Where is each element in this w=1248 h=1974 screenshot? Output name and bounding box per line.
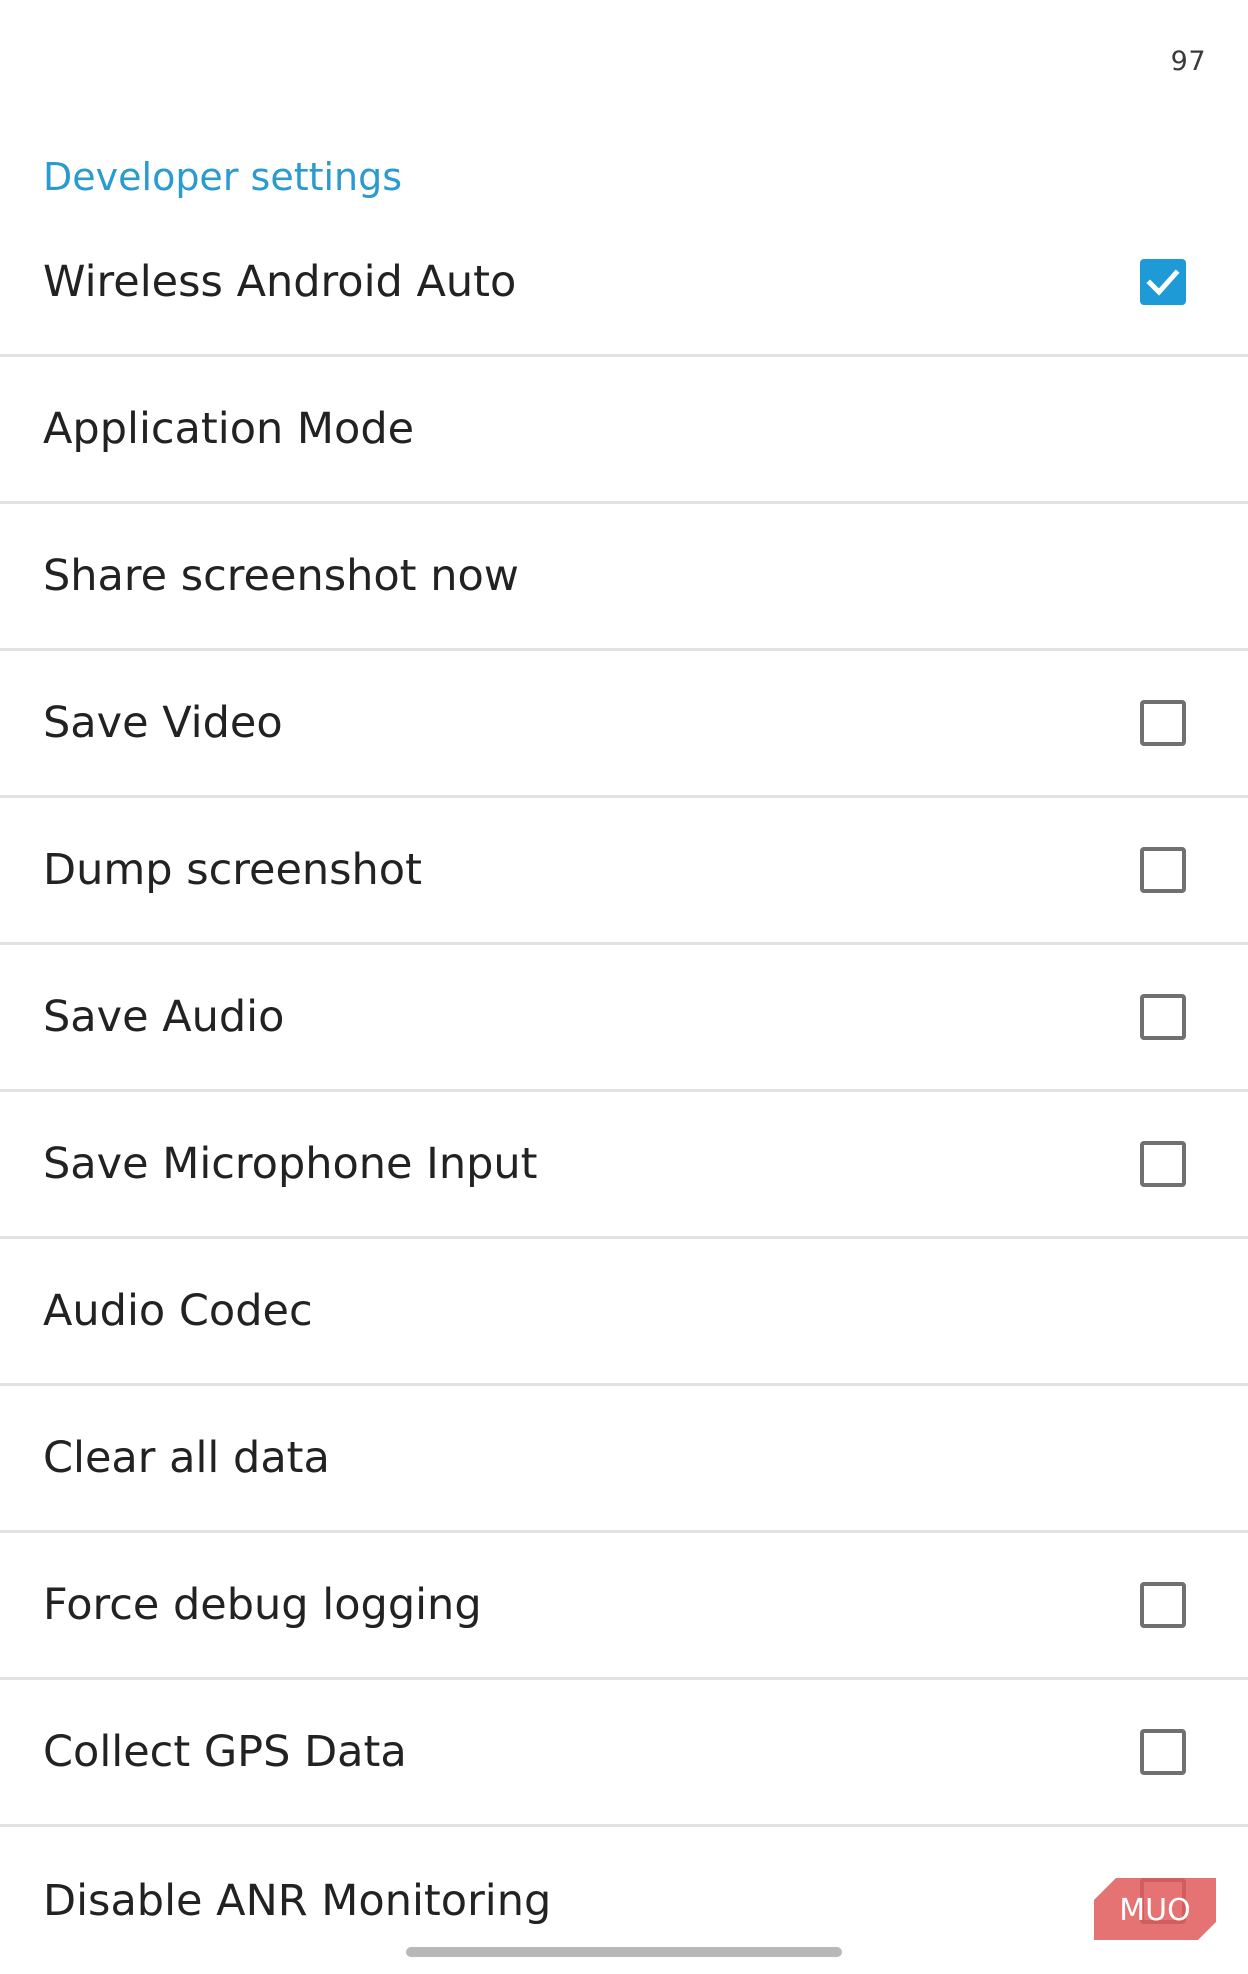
- muo-watermark-logo: MUO: [1094, 1878, 1216, 1940]
- setting-label: Force debug logging: [43, 1580, 482, 1630]
- setting-row-save-microphone-input[interactable]: Save Microphone Input: [0, 1092, 1248, 1239]
- setting-row-application-mode[interactable]: Application Mode: [0, 357, 1248, 504]
- checkbox-unchecked[interactable]: [1140, 847, 1186, 893]
- svg-text:MUO: MUO: [1119, 1893, 1190, 1928]
- setting-label: Save Microphone Input: [43, 1139, 538, 1189]
- checkbox-unchecked[interactable]: [1140, 1729, 1186, 1775]
- setting-label: Save Video: [43, 698, 283, 748]
- section-header-developer-settings: Developer settings: [43, 155, 403, 199]
- checkbox-unchecked[interactable]: [1140, 994, 1186, 1040]
- setting-label: Save Audio: [43, 992, 285, 1042]
- setting-row-share-screenshot-now[interactable]: Share screenshot now: [0, 504, 1248, 651]
- setting-label: Share screenshot now: [43, 551, 519, 601]
- setting-label: Application Mode: [43, 404, 415, 454]
- status-bar: 97: [0, 0, 1248, 120]
- setting-row-force-debug-logging[interactable]: Force debug logging: [0, 1533, 1248, 1680]
- setting-row-wireless-android-auto[interactable]: Wireless Android Auto: [0, 210, 1248, 357]
- checkbox-unchecked[interactable]: [1140, 1141, 1186, 1187]
- setting-row-save-video[interactable]: Save Video: [0, 651, 1248, 798]
- setting-label: Dump screenshot: [43, 845, 422, 895]
- setting-row-save-audio[interactable]: Save Audio: [0, 945, 1248, 1092]
- setting-label: Clear all data: [43, 1433, 330, 1483]
- status-value: 97: [1170, 46, 1206, 77]
- setting-label: Disable ANR Monitoring: [43, 1875, 552, 1926]
- setting-label: Wireless Android Auto: [43, 257, 517, 307]
- checkbox-checked[interactable]: [1140, 259, 1186, 305]
- setting-row-audio-codec[interactable]: Audio Codec: [0, 1239, 1248, 1386]
- checkbox-unchecked[interactable]: [1140, 1582, 1186, 1628]
- setting-label: Audio Codec: [43, 1286, 313, 1336]
- checkbox-unchecked[interactable]: [1140, 700, 1186, 746]
- setting-row-clear-all-data[interactable]: Clear all data: [0, 1386, 1248, 1533]
- checkmark-icon: [1146, 269, 1180, 296]
- gesture-nav-handle[interactable]: [406, 1947, 842, 1957]
- setting-row-dump-screenshot[interactable]: Dump screenshot: [0, 798, 1248, 945]
- setting-label: Collect GPS Data: [43, 1727, 407, 1777]
- setting-row-collect-gps-data[interactable]: Collect GPS Data: [0, 1680, 1248, 1827]
- settings-list: Wireless Android Auto Application Mode S…: [0, 210, 1248, 1974]
